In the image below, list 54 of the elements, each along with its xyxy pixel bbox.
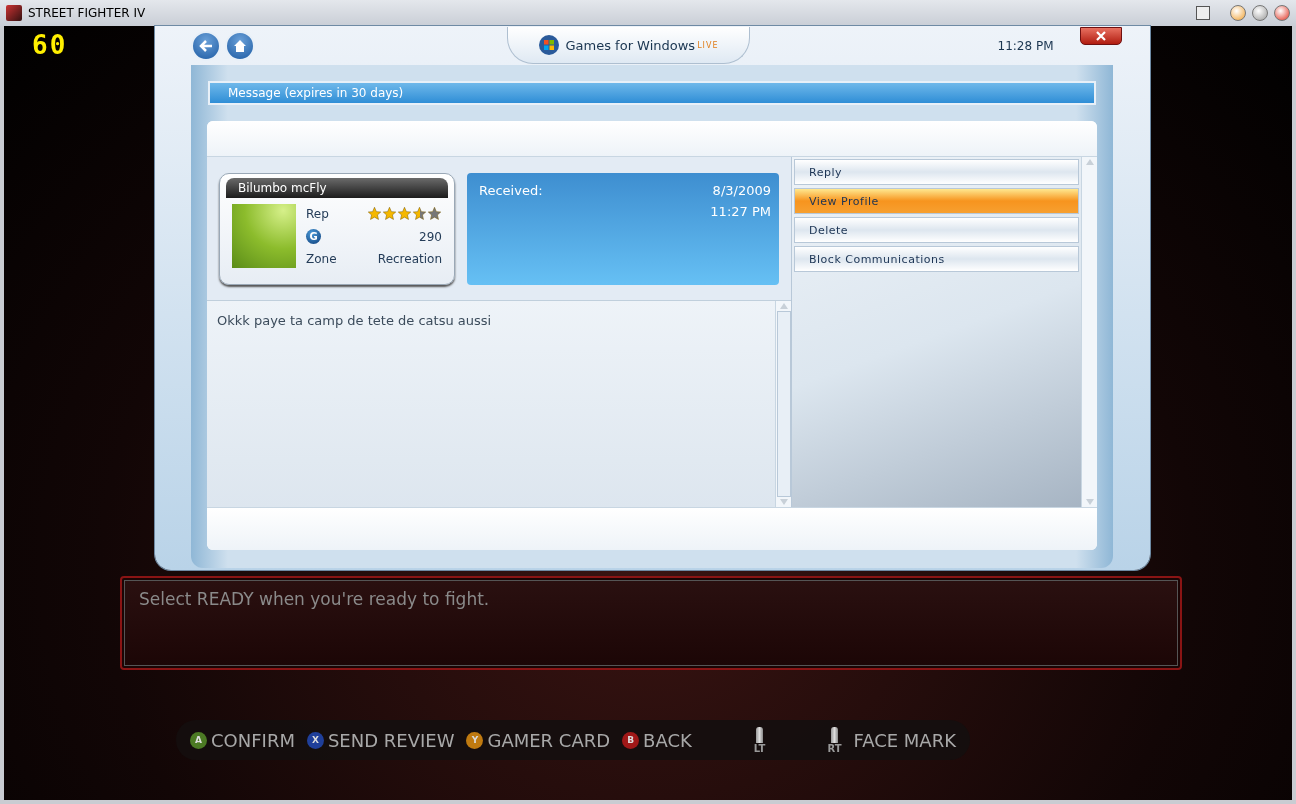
gamerscore-icon: G [306, 229, 321, 244]
close-button[interactable] [1274, 5, 1290, 21]
controller-button-icon: Y [466, 731, 484, 749]
trigger-label: LT [753, 742, 766, 754]
star-icon [367, 206, 382, 221]
hint-label: CONFIRM [211, 729, 295, 751]
app-icon [6, 5, 22, 21]
received-time: 11:27 PM [710, 204, 771, 219]
back-arrow-icon [197, 37, 214, 54]
message-header: Message (expires in 30 days) [208, 81, 1096, 105]
action-button[interactable]: Block Communications [794, 246, 1079, 272]
gamerscore: 290 [419, 229, 442, 244]
zone-label: Zone [306, 252, 337, 266]
controller-button-icon: B [622, 731, 640, 749]
received-date: 8/3/2009 [712, 183, 771, 198]
maximize-button[interactable] [1252, 5, 1268, 21]
gamertag: Bilumbo mcFly [226, 178, 448, 198]
trigger-icon [830, 726, 838, 743]
hint-label: BACK [643, 729, 692, 751]
minimize-button[interactable] [1230, 5, 1246, 21]
action-button[interactable]: View Profile [794, 188, 1079, 214]
received-label: Received: [479, 183, 543, 200]
hint-label: SEND REVIEW [327, 729, 455, 751]
rep-label: Rep [306, 206, 330, 221]
star-icon [382, 206, 397, 221]
back-button[interactable] [190, 30, 221, 61]
window-title: STREET FIGHTER IV [28, 6, 147, 20]
controller-button-icon: A [190, 731, 207, 749]
hint-label: FACE MARK [853, 729, 956, 751]
star-icon [412, 206, 427, 221]
logo-text: Games for Windows [565, 37, 696, 53]
trigger-icon [756, 726, 764, 743]
fps-counter: 60 [32, 30, 68, 60]
overlay-close-button[interactable] [1079, 26, 1122, 45]
home-button[interactable] [224, 30, 255, 61]
gamer-card[interactable]: Bilumbo mcFly Rep G 290 Zone Recreation [219, 173, 455, 285]
zone-value: Recreation [377, 252, 442, 266]
hint-label: GAMER CARD [487, 729, 611, 751]
star-icon [427, 206, 442, 221]
prompt-text: Select READY when you're ready to fight. [124, 580, 1178, 666]
gamer-picture [232, 204, 296, 268]
controller-button-icon: X [306, 731, 324, 749]
star-icon [397, 206, 412, 221]
action-button[interactable]: Delete [794, 217, 1079, 243]
trigger-label: RT [827, 742, 842, 754]
message-body: Okkk paye ta camp de tete de catsu aussi [207, 301, 775, 507]
window-menu-icon[interactable] [1196, 6, 1210, 20]
scroll-thumb[interactable] [776, 311, 791, 497]
close-icon [1095, 30, 1106, 41]
action-button[interactable]: Reply [794, 159, 1079, 185]
windows-logo-icon [537, 34, 560, 56]
logo-live-label: LIVE [697, 40, 719, 50]
clock: 11:28 PM [997, 38, 1054, 53]
scrollbar[interactable] [775, 301, 791, 507]
